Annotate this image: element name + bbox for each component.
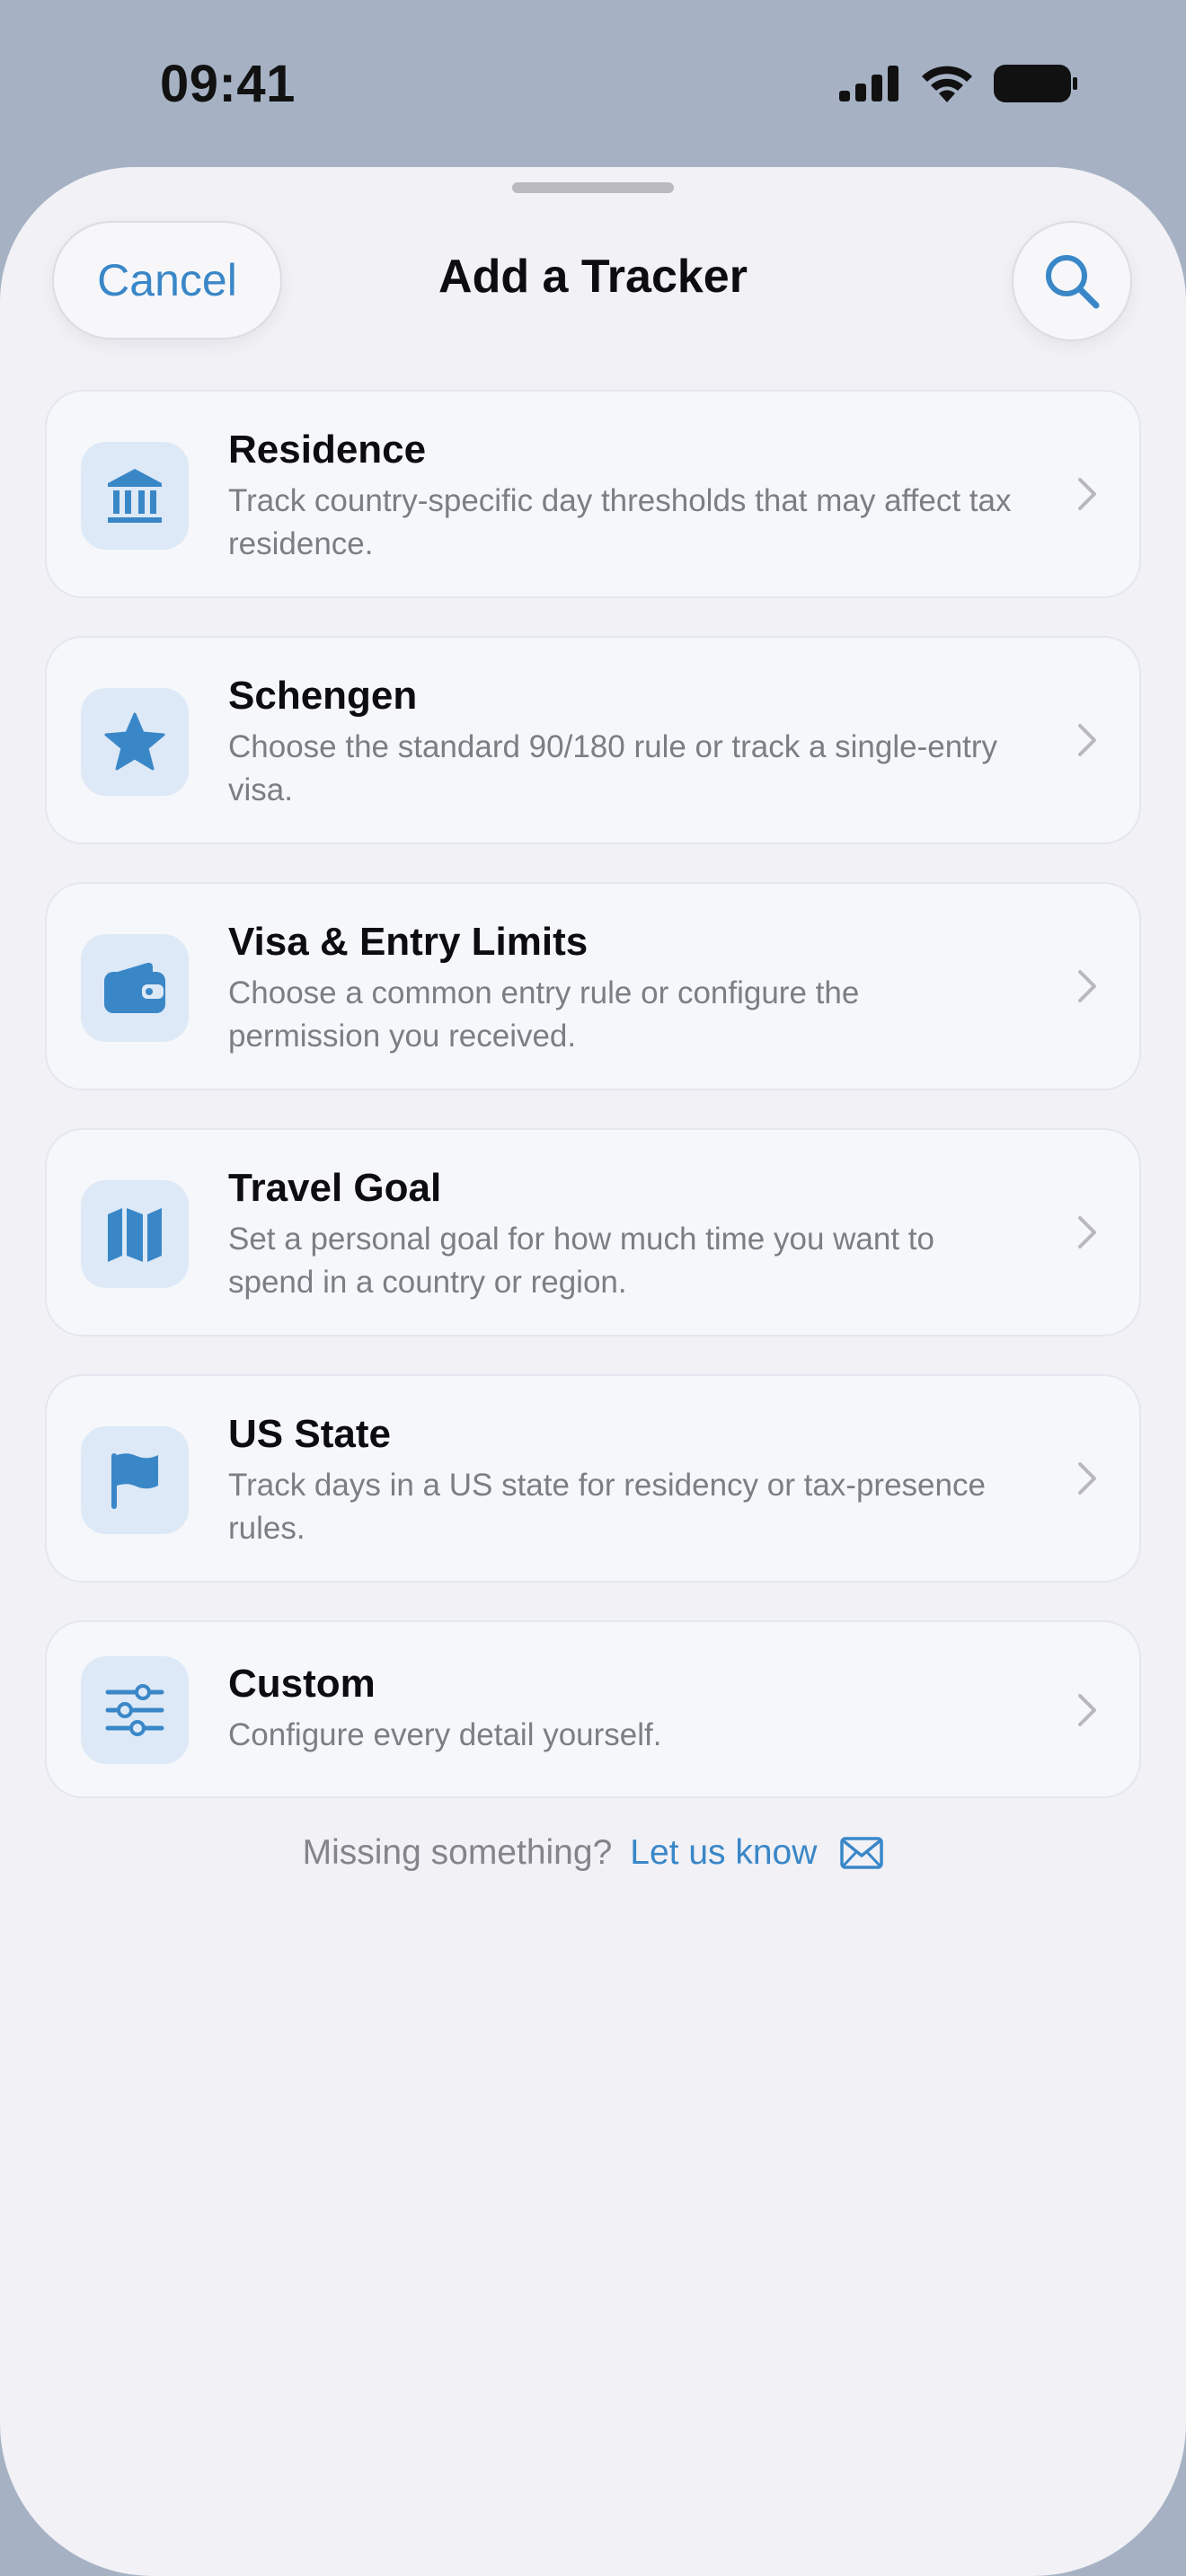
star-icon (104, 712, 165, 771)
feedback-footer: Missing something? Let us know (0, 1833, 1186, 1873)
battery-icon (994, 65, 1077, 102)
icon-tile (81, 1180, 189, 1288)
map-icon (108, 1208, 162, 1262)
tracker-title: Custom (228, 1662, 376, 1706)
status-bar: 09:41 (0, 0, 1186, 167)
status-time: 09:41 (160, 55, 296, 113)
sheet-grabber[interactable] (512, 182, 674, 193)
icon-tile (81, 1426, 189, 1534)
tracker-card-travel-goal[interactable]: Travel Goal Set a personal goal for how … (45, 1128, 1141, 1337)
tracker-description: Track days in a US state for residency o… (228, 1468, 986, 1546)
tracker-card-schengen[interactable]: Schengen Choose the standard 90/180 rule… (45, 636, 1141, 844)
chevron-right-icon (1078, 970, 1096, 1002)
tracker-description: Configure every detail yourself. (228, 1717, 662, 1752)
tracker-title: Residence (228, 428, 427, 472)
tracker-title: US State (228, 1412, 391, 1456)
tracker-title: Schengen (228, 674, 418, 718)
chevron-right-icon (1078, 1694, 1096, 1726)
flag-icon (111, 1453, 158, 1509)
chevron-right-icon (1078, 1462, 1096, 1495)
tracker-card-residence[interactable]: Residence Track country-specific day thr… (45, 390, 1141, 598)
tracker-description: Choose a common entry rule or configure … (228, 975, 860, 1054)
icon-tile (81, 1656, 189, 1764)
let-us-know-link[interactable]: Let us know (630, 1833, 817, 1873)
tracker-card-visa-entry-limits[interactable]: Visa & Entry Limits Choose a common entr… (45, 882, 1141, 1090)
cellular-signal-icon (839, 66, 898, 101)
tracker-description: Set a personal goal for how much time yo… (228, 1222, 934, 1300)
mail-icon[interactable] (840, 1837, 884, 1869)
tracker-title: Travel Goal (228, 1166, 442, 1210)
search-icon (1046, 255, 1100, 309)
add-tracker-sheet: Cancel Add a Tracker Residence Track cou… (0, 167, 1186, 2576)
chevron-right-icon (1078, 724, 1096, 756)
icon-tile (81, 442, 189, 550)
wifi-icon (922, 66, 972, 102)
tracker-description: Choose the standard 90/180 rule or track… (228, 729, 998, 807)
tracker-card-us-state[interactable]: US State Track days in a US state for re… (45, 1374, 1141, 1583)
search-button[interactable] (1012, 221, 1132, 341)
bank-icon (108, 469, 162, 523)
tracker-card-custom[interactable]: Custom Configure every detail yourself. (45, 1620, 1141, 1798)
sliders-icon (105, 1684, 164, 1736)
chevron-right-icon (1078, 1216, 1096, 1248)
wallet-icon (104, 962, 165, 1013)
tracker-description: Track country-specific day thresholds th… (228, 483, 1012, 561)
tracker-title: Visa & Entry Limits (228, 920, 589, 964)
status-icons (839, 65, 1078, 102)
icon-tile (81, 934, 189, 1042)
sheet-title: Add a Tracker (438, 251, 748, 303)
footer-text: Missing something? (302, 1833, 613, 1872)
chevron-right-icon (1078, 478, 1096, 510)
icon-tile (81, 688, 189, 796)
